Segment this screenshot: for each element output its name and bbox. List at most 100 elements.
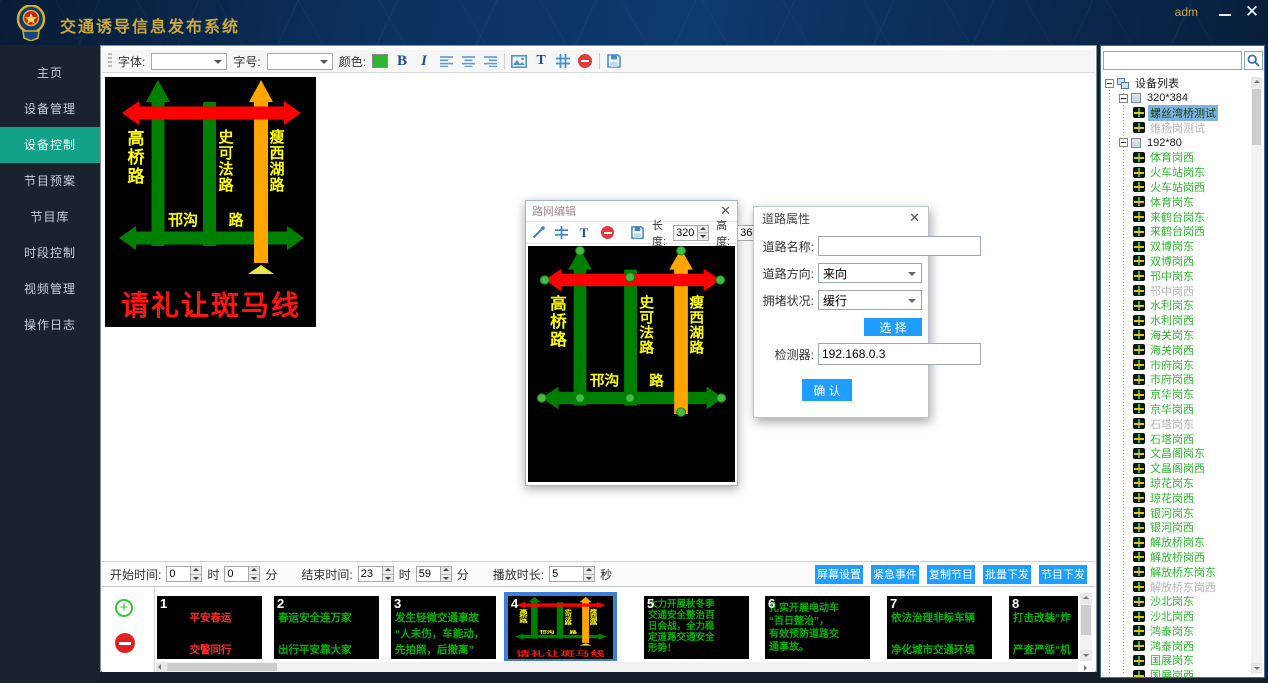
device-item[interactable]: 石塔岗西 [1101,431,1252,446]
start-hour-input[interactable] [166,566,190,582]
start-minute-input[interactable] [224,566,248,582]
delete-element-icon[interactable] [599,224,615,242]
program-thumb-4[interactable]: 高桥路史可法路瘦西湖路邗沟路请礼让斑马线4 [508,596,613,659]
device-item[interactable]: 国展岗西 [1101,668,1252,677]
align-center-icon[interactable] [460,52,476,70]
congestion-select[interactable]: 缓行 [818,290,922,310]
hscroll-thumb[interactable] [167,663,277,671]
edit-dialog-close-icon[interactable]: ✕ [720,205,731,217]
action-button-5[interactable]: 节目下发 [1039,565,1087,584]
collapse-icon[interactable] [1105,79,1114,88]
sidebar-item-2[interactable]: 设备管理 [0,91,100,127]
program-thumb-6[interactable]: 6扎实开展电动车“百日整治”，有效预防道路交通事故。 [765,596,870,659]
device-item[interactable]: 来鹤台岗东 [1101,209,1252,224]
tree-scroll-up-icon[interactable] [1251,77,1262,88]
device-item[interactable]: 双博岗东 [1101,239,1252,254]
action-button-4[interactable]: 批量下发 [983,565,1031,584]
end-minute-spinner[interactable] [416,566,452,582]
program-thumb-2[interactable]: 2春运安全连万家 出行平安靠大家 [274,596,379,659]
remove-program-button[interactable] [115,633,135,653]
scroll-left-icon[interactable] [156,662,166,672]
sidebar-item-7[interactable]: 视频管理 [0,271,100,307]
device-item[interactable]: 解放桥岗西 [1101,550,1252,565]
program-thumb-3[interactable]: 3发生轻微交通事故“人未伤，车能动，先拍照，后撤离” [391,596,496,659]
playlist-hscrollbar[interactable] [156,662,1078,672]
device-item[interactable]: 市府岗西 [1101,372,1252,387]
select-detector-button[interactable]: 选 择 [864,318,922,336]
sidebar-item-5[interactable]: 节目库 [0,199,100,235]
minimize-icon[interactable] [1218,8,1232,22]
user-name[interactable]: adm [1175,5,1198,19]
device-item[interactable]: 双博岗西 [1101,254,1252,269]
device-item[interactable]: 文昌阁岗东 [1101,446,1252,461]
end-hour-input[interactable] [358,566,382,582]
collapse-icon[interactable] [1119,94,1128,103]
program-thumb-1[interactable]: 1平安春运 交警同行 [157,596,262,659]
device-item[interactable]: 琼花岗东 [1101,476,1252,491]
device-item[interactable]: 文昌阁岗西 [1101,461,1252,476]
font-select[interactable] [151,53,227,70]
close-icon[interactable]: ✕ [1244,4,1260,20]
device-item[interactable]: 水利岗西 [1101,313,1252,328]
device-tree-root[interactable]: 设备列表 [1101,76,1252,91]
sidebar-item-8[interactable]: 操作日志 [0,307,100,343]
sidebar-item-4[interactable]: 节目预案 [0,163,100,199]
device-item[interactable]: 解放桥岗东 [1101,535,1252,550]
duration-spinner[interactable] [549,566,595,582]
device-item[interactable]: 解放桥东岗西 [1101,579,1252,594]
road-network-canvas[interactable]: 高桥路史可法路瘦西湖路邗沟路 [528,246,735,482]
duration-input[interactable] [549,566,583,582]
align-left-icon[interactable] [438,52,454,70]
action-button-3[interactable]: 复制节目 [927,565,975,584]
save-icon[interactable] [606,52,622,70]
length-spinner[interactable] [673,225,709,241]
insert-image-icon[interactable] [511,52,527,70]
sidebar-item-1[interactable]: 主页 [0,55,100,91]
road-direction-select[interactable]: 来向 [818,263,922,283]
scroll-up-icon[interactable] [1080,593,1092,604]
device-item[interactable]: 沙北岗东 [1101,594,1252,609]
start-minute-spinner[interactable] [224,566,260,582]
device-item[interactable]: 京华岗东 [1101,387,1252,402]
scroll-right-icon[interactable] [1081,663,1091,672]
length-input[interactable] [673,225,697,241]
device-item[interactable]: 火车站岗东 [1101,165,1252,180]
device-item[interactable]: 沙北岗西 [1101,609,1252,624]
detector-input[interactable] [818,343,981,365]
device-item[interactable]: 邗中岗东 [1101,268,1252,283]
tree-scroll-thumb[interactable] [1252,89,1261,145]
device-item[interactable]: 体育岗东 [1101,194,1252,209]
end-hour-spinner[interactable] [358,566,394,582]
tree-scroll-down-icon[interactable] [1251,663,1262,674]
vscroll-thumb[interactable] [1081,605,1091,635]
device-item[interactable]: 市府岗东 [1101,357,1252,372]
scroll-down-icon[interactable] [1080,650,1092,661]
program-thumb-7[interactable]: 7依法治理非标车辆 净化城市交通环境 [887,596,992,659]
device-group-192*80[interactable]: 192*80 [1101,135,1252,150]
device-item[interactable]: 鸿泰岗西 [1101,638,1252,653]
device-item[interactable]: 银河岗东 [1101,505,1252,520]
device-item[interactable]: 解放桥东岗东 [1101,564,1252,579]
draw-line-icon[interactable] [530,224,546,242]
road-tool-icon[interactable] [555,52,571,70]
device-item[interactable]: 来鹤台岗西 [1101,224,1252,239]
start-hour-spinner[interactable] [166,566,202,582]
road-name-input[interactable] [818,236,981,256]
add-program-button[interactable]: + [115,599,133,617]
device-group-320*384[interactable]: 320*384 [1101,91,1252,106]
delete-element-icon[interactable] [577,52,593,70]
device-search-input[interactable] [1103,51,1242,70]
end-minute-input[interactable] [416,566,440,582]
device-item[interactable]: 螺丝湾桥测试 [1101,106,1252,121]
device-item[interactable]: 石塔岗东 [1101,416,1252,431]
italic-button[interactable]: I [416,52,432,70]
device-item[interactable]: 京华岗西 [1101,402,1252,417]
led-sign-preview[interactable]: 高桥路史可法路瘦西湖路邗沟路请礼让斑马线 [105,77,316,327]
device-item[interactable]: 维扬岗测试 [1101,120,1252,135]
device-item[interactable]: 银河岗西 [1101,520,1252,535]
confirm-button[interactable]: 确 认 [802,379,852,401]
device-item[interactable]: 火车站岗西 [1101,180,1252,195]
device-search-button[interactable] [1244,51,1263,70]
font-size-select[interactable] [267,53,333,70]
device-item[interactable]: 海关岗东 [1101,328,1252,343]
